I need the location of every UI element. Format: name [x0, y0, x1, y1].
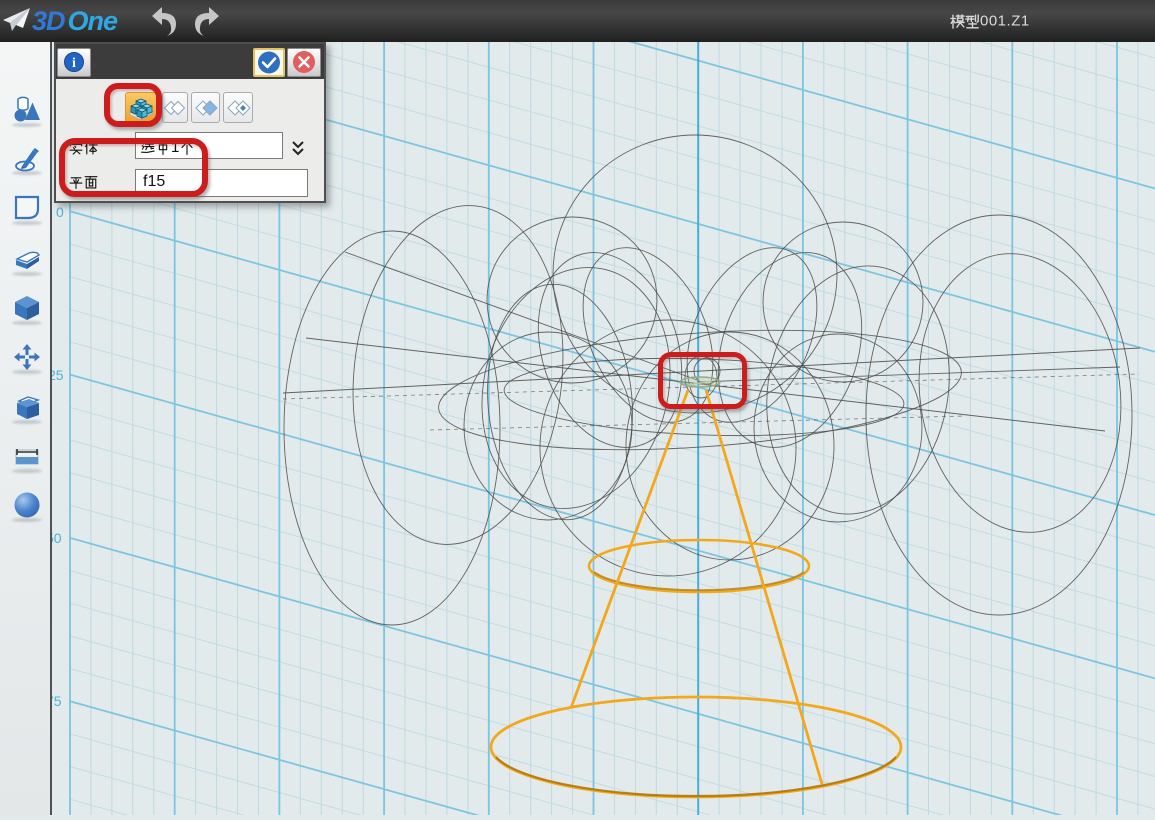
svg-text:i: i [72, 56, 76, 71]
